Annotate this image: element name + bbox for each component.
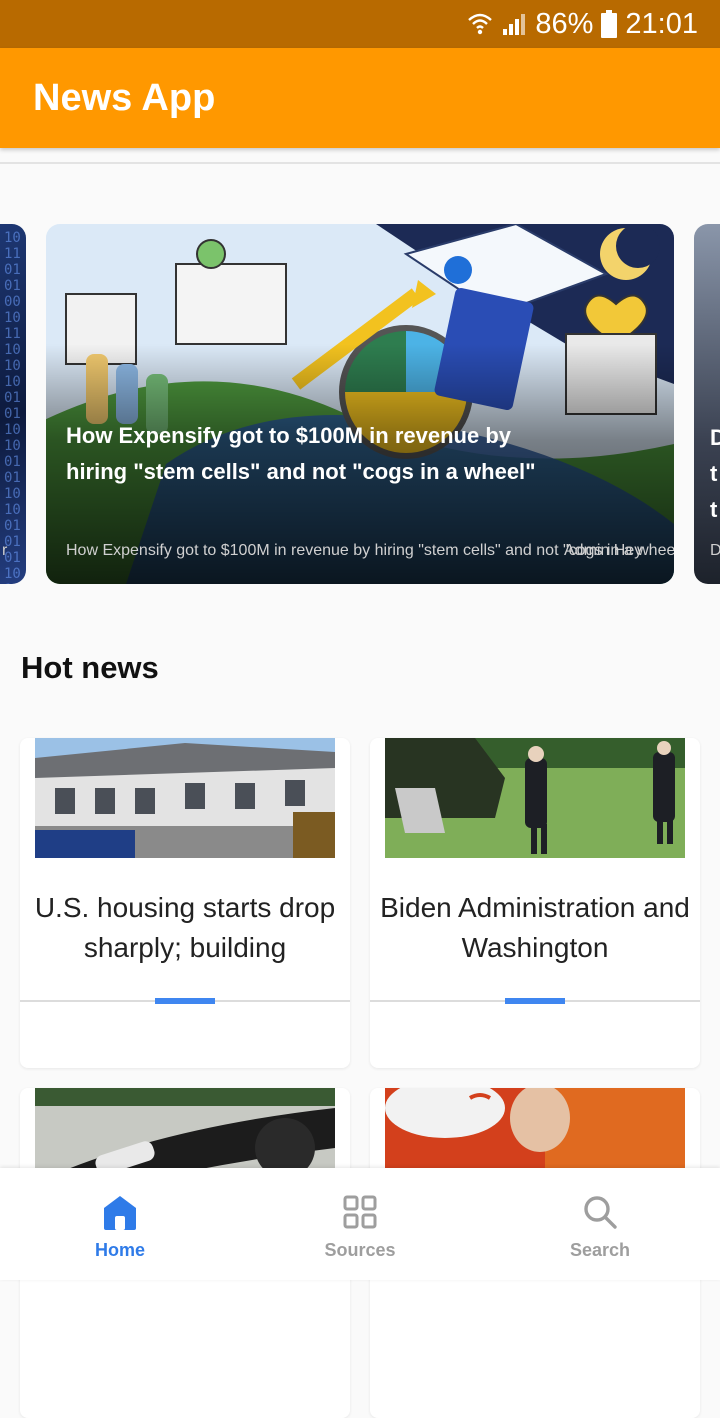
bottom-navigation: Home Sources Search bbox=[0, 1168, 720, 1280]
app-title: News App bbox=[33, 76, 216, 119]
carousel-card-meta: How Expensify got to $100M in revenue by… bbox=[66, 542, 674, 564]
grid-icon bbox=[343, 1195, 377, 1229]
carousel-card-title: How Expensify got to $100M in revenue by… bbox=[66, 423, 536, 484]
section-title-hot-news: Hot news bbox=[21, 650, 159, 685]
binary-pattern-image: 1011010100101110101001011010010110100101… bbox=[4, 230, 21, 584]
nav-search[interactable]: Search bbox=[480, 1168, 720, 1280]
news-thumbnail-image bbox=[385, 738, 685, 858]
carousel-card-next[interactable]: D t t D bbox=[694, 224, 720, 584]
nav-search-label: Search bbox=[569, 1240, 631, 1260]
home-icon bbox=[104, 1196, 136, 1230]
nav-home[interactable]: Home bbox=[0, 1168, 240, 1280]
news-card[interactable]: U.S. housing starts drop sharply; buildi… bbox=[20, 738, 350, 1068]
carousel-card-source: r bbox=[2, 542, 8, 559]
progress-indicator bbox=[505, 998, 565, 1004]
search-icon bbox=[584, 1196, 617, 1229]
clock: 21:01 bbox=[625, 7, 698, 40]
battery-icon bbox=[601, 10, 618, 38]
carousel-card-featured[interactable]: How Expensify got to $100M in revenue by… bbox=[46, 224, 674, 584]
news-headline: Biden Administration and Washington bbox=[380, 892, 690, 963]
battery-percent: 86% bbox=[535, 7, 594, 40]
status-bar: 86% 21:01 bbox=[0, 0, 720, 48]
nav-sources[interactable]: Sources bbox=[240, 1168, 480, 1280]
carousel-card-title: D t t bbox=[710, 425, 720, 522]
carousel-card-source: D bbox=[710, 542, 720, 559]
carousel-card-source: Admin Hey bbox=[564, 542, 643, 559]
news-thumbnail-image bbox=[35, 738, 335, 858]
news-headline: U.S. housing starts drop sharply; buildi… bbox=[34, 892, 336, 963]
app-bar: News App bbox=[0, 48, 720, 148]
carousel-card-previous[interactable]: 1011010100101110101001011010010110100101… bbox=[0, 224, 26, 584]
wifi-icon bbox=[468, 13, 493, 35]
signal-icon bbox=[503, 14, 526, 35]
nav-sources-label: Sources bbox=[324, 1240, 396, 1260]
divider bbox=[0, 162, 720, 164]
news-card[interactable]: Biden Administration and Washington bbox=[370, 738, 700, 1068]
featured-carousel[interactable]: 1011010100101110101001011010010110100101… bbox=[0, 224, 720, 584]
progress-indicator bbox=[155, 998, 215, 1004]
nav-home-label: Home bbox=[94, 1240, 145, 1260]
